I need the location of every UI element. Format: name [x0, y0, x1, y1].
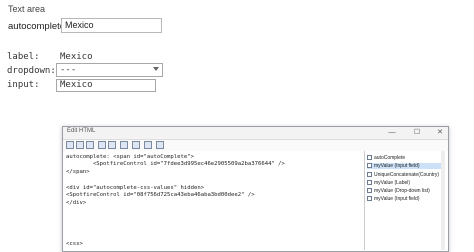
autocomplete-label: autocomplete:	[8, 21, 68, 32]
filter-icon[interactable]	[108, 141, 116, 149]
window-title: Edit HTML	[67, 128, 96, 134]
label-caption: label:	[7, 52, 40, 62]
dropdown-select[interactable]: ---	[56, 63, 163, 77]
code-line: <div id="autocomplete-css-values" hidden…	[66, 185, 205, 191]
control-icon	[367, 155, 372, 161]
window-titlebar: Edit HTML — ☐ ✕	[63, 127, 448, 140]
code-line: <SpotfireControl id="08f756d725ca43eba46…	[66, 192, 255, 198]
code-line: <css>	[66, 241, 83, 247]
insert-icon[interactable]	[66, 141, 74, 149]
dropdown-value: ---	[60, 65, 77, 75]
control-icon	[367, 180, 372, 186]
settings-icon[interactable]	[156, 141, 164, 149]
html-code-editor[interactable]: autocomplete: <span id="autoComplete"> <…	[64, 151, 362, 250]
control-list-item[interactable]: UniqueConcatenate(Country)	[367, 172, 439, 178]
control-list-item[interactable]: myValue (Input field)	[367, 196, 419, 202]
controls-list-panel: autoComplete myValue (Input field) Uniqu…	[364, 151, 445, 250]
control-list-item[interactable]: autoComplete	[367, 155, 405, 161]
section-title: Text area	[8, 4, 46, 14]
control-list-item[interactable]: myValue (Label)	[367, 180, 410, 186]
scrollbar[interactable]	[441, 151, 445, 250]
table-icon[interactable]	[76, 141, 84, 149]
control-list-item-label: UniqueConcatenate(Country)	[374, 172, 440, 178]
script-icon[interactable]	[144, 141, 152, 149]
control-list-item-label: myValue (Input field)	[374, 196, 420, 202]
control-icon[interactable]	[98, 141, 106, 149]
control-list-item[interactable]: myValue (Drop-down list)	[367, 188, 430, 194]
control-list-item[interactable]: myValue (Input field)	[367, 163, 443, 169]
dropdown-caption: dropdown:	[7, 66, 56, 76]
control-icon	[367, 163, 372, 169]
action-icon[interactable]	[120, 141, 128, 149]
input-field[interactable]: Mexico	[56, 79, 156, 92]
label-value: Mexico	[60, 52, 93, 62]
control-icon	[367, 196, 372, 202]
maximize-button[interactable]: ☐	[412, 128, 422, 138]
code-line: <SpotfireControl id="7fdee3d995ec46e2905…	[66, 161, 285, 167]
chevron-down-icon	[153, 67, 159, 71]
close-button[interactable]: ✕	[435, 128, 445, 138]
control-list-item-label: autoComplete	[374, 155, 406, 161]
autocomplete-input[interactable]: Mexico	[61, 18, 162, 33]
control-icon	[367, 172, 372, 178]
link-icon[interactable]	[132, 141, 140, 149]
input-caption: input:	[7, 80, 40, 90]
code-line: </span>	[66, 169, 90, 175]
control-list-item-label: myValue (Drop-down list)	[374, 188, 430, 194]
code-line: </div>	[66, 200, 87, 206]
editor-toolbar	[63, 140, 448, 151]
control-list-item-label: myValue (Input field)	[374, 163, 420, 169]
edit-html-window: Edit HTML — ☐ ✕ autocomplete: <span id="…	[62, 126, 449, 252]
control-list-item-label: myValue (Label)	[374, 180, 411, 186]
control-icon	[367, 188, 372, 194]
code-line: autocomplete: <span id="autoComplete">	[66, 154, 194, 160]
minimize-button[interactable]: —	[387, 128, 397, 138]
property-icon[interactable]	[86, 141, 94, 149]
